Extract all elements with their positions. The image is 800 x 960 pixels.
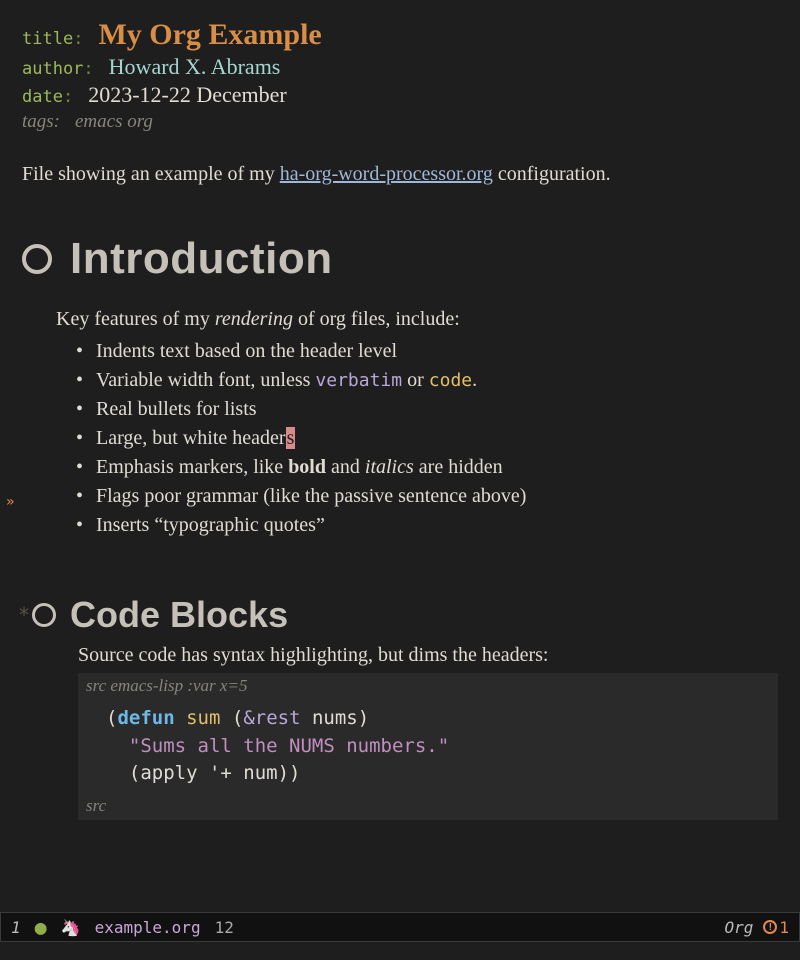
warning-icon: ! (763, 920, 777, 934)
list-item: Emphasis markers, like bold and italics … (76, 453, 778, 482)
list-item: Variable width font, unless verbatim or … (76, 366, 778, 395)
features-section[interactable]: Key features of my rendering of org file… (56, 308, 778, 540)
meta-title-line: title: My Org Example (22, 18, 778, 52)
src-block[interactable]: (defun sum (&rest nums) "Sums all the NU… (78, 699, 778, 794)
heading-bullet-icon (32, 603, 56, 627)
heading-introduction[interactable]: Introduction (22, 234, 778, 284)
list-item: Indents text based on the header level (76, 337, 778, 366)
code-blocks-section[interactable]: Source code has syntax highlighting, but… (78, 644, 778, 820)
list-item: Inserts “typographic quotes” (76, 511, 778, 540)
buffer-icon: 🦄 (61, 918, 81, 937)
code-blocks-lead: Source code has syntax highlighting, but… (78, 644, 778, 667)
meta-key-title: title (22, 29, 73, 49)
list-item: Flags poor grammar (like the passive sen… (76, 482, 778, 511)
modeline-filename[interactable]: example.org (95, 918, 201, 937)
fringe-indicator-icon: » (6, 494, 14, 510)
doc-tags: emacs org (75, 111, 153, 132)
flycheck-warning-count[interactable]: !1 (763, 918, 789, 937)
heading-star-icon: * (18, 603, 30, 627)
doc-title: My Org Example (98, 18, 321, 51)
meta-key-author: author (22, 59, 83, 79)
text-cursor: s (286, 427, 296, 449)
config-link[interactable]: ha-org-word-processor.org (280, 163, 493, 185)
features-lead: Key features of my rendering of org file… (56, 308, 778, 331)
modeline-window-number: 1 (11, 918, 21, 937)
src-block-footer: src (78, 794, 778, 820)
meta-date-line: date: 2023-12-22 December (22, 82, 778, 108)
heading-1-text: Introduction (70, 234, 333, 284)
intro-paragraph: File showing an example of my ha-org-wor… (22, 161, 778, 188)
modified-indicator-icon: ● (35, 915, 47, 939)
meta-tags-line: tags: emacs org (22, 110, 778, 133)
meta-key-date: date (22, 87, 63, 107)
list-item: Large, but white headers (76, 424, 778, 453)
features-list: Indents text based on the header level V… (56, 337, 778, 540)
doc-date: 2023-12-22 December (88, 82, 287, 107)
list-item: Real bullets for lists (76, 395, 778, 424)
heading-code-blocks[interactable]: * Code Blocks (18, 594, 778, 636)
meta-author-line: author: Howard X. Abrams (22, 54, 778, 80)
editor-buffer[interactable]: title: My Org Example author: Howard X. … (0, 0, 800, 820)
meta-key-tags: tags: (22, 111, 60, 132)
modeline-major-mode[interactable]: Org (724, 918, 753, 937)
src-block-header: src emacs-lisp :var x=5 (78, 673, 778, 699)
heading-2-text: Code Blocks (70, 594, 288, 636)
heading-bullet-icon (22, 244, 52, 274)
modeline-line-number: 12 (215, 918, 234, 937)
modeline[interactable]: 1 ● 🦄 example.org 12 Org !1 (0, 912, 800, 942)
doc-author: Howard X. Abrams (109, 54, 281, 79)
